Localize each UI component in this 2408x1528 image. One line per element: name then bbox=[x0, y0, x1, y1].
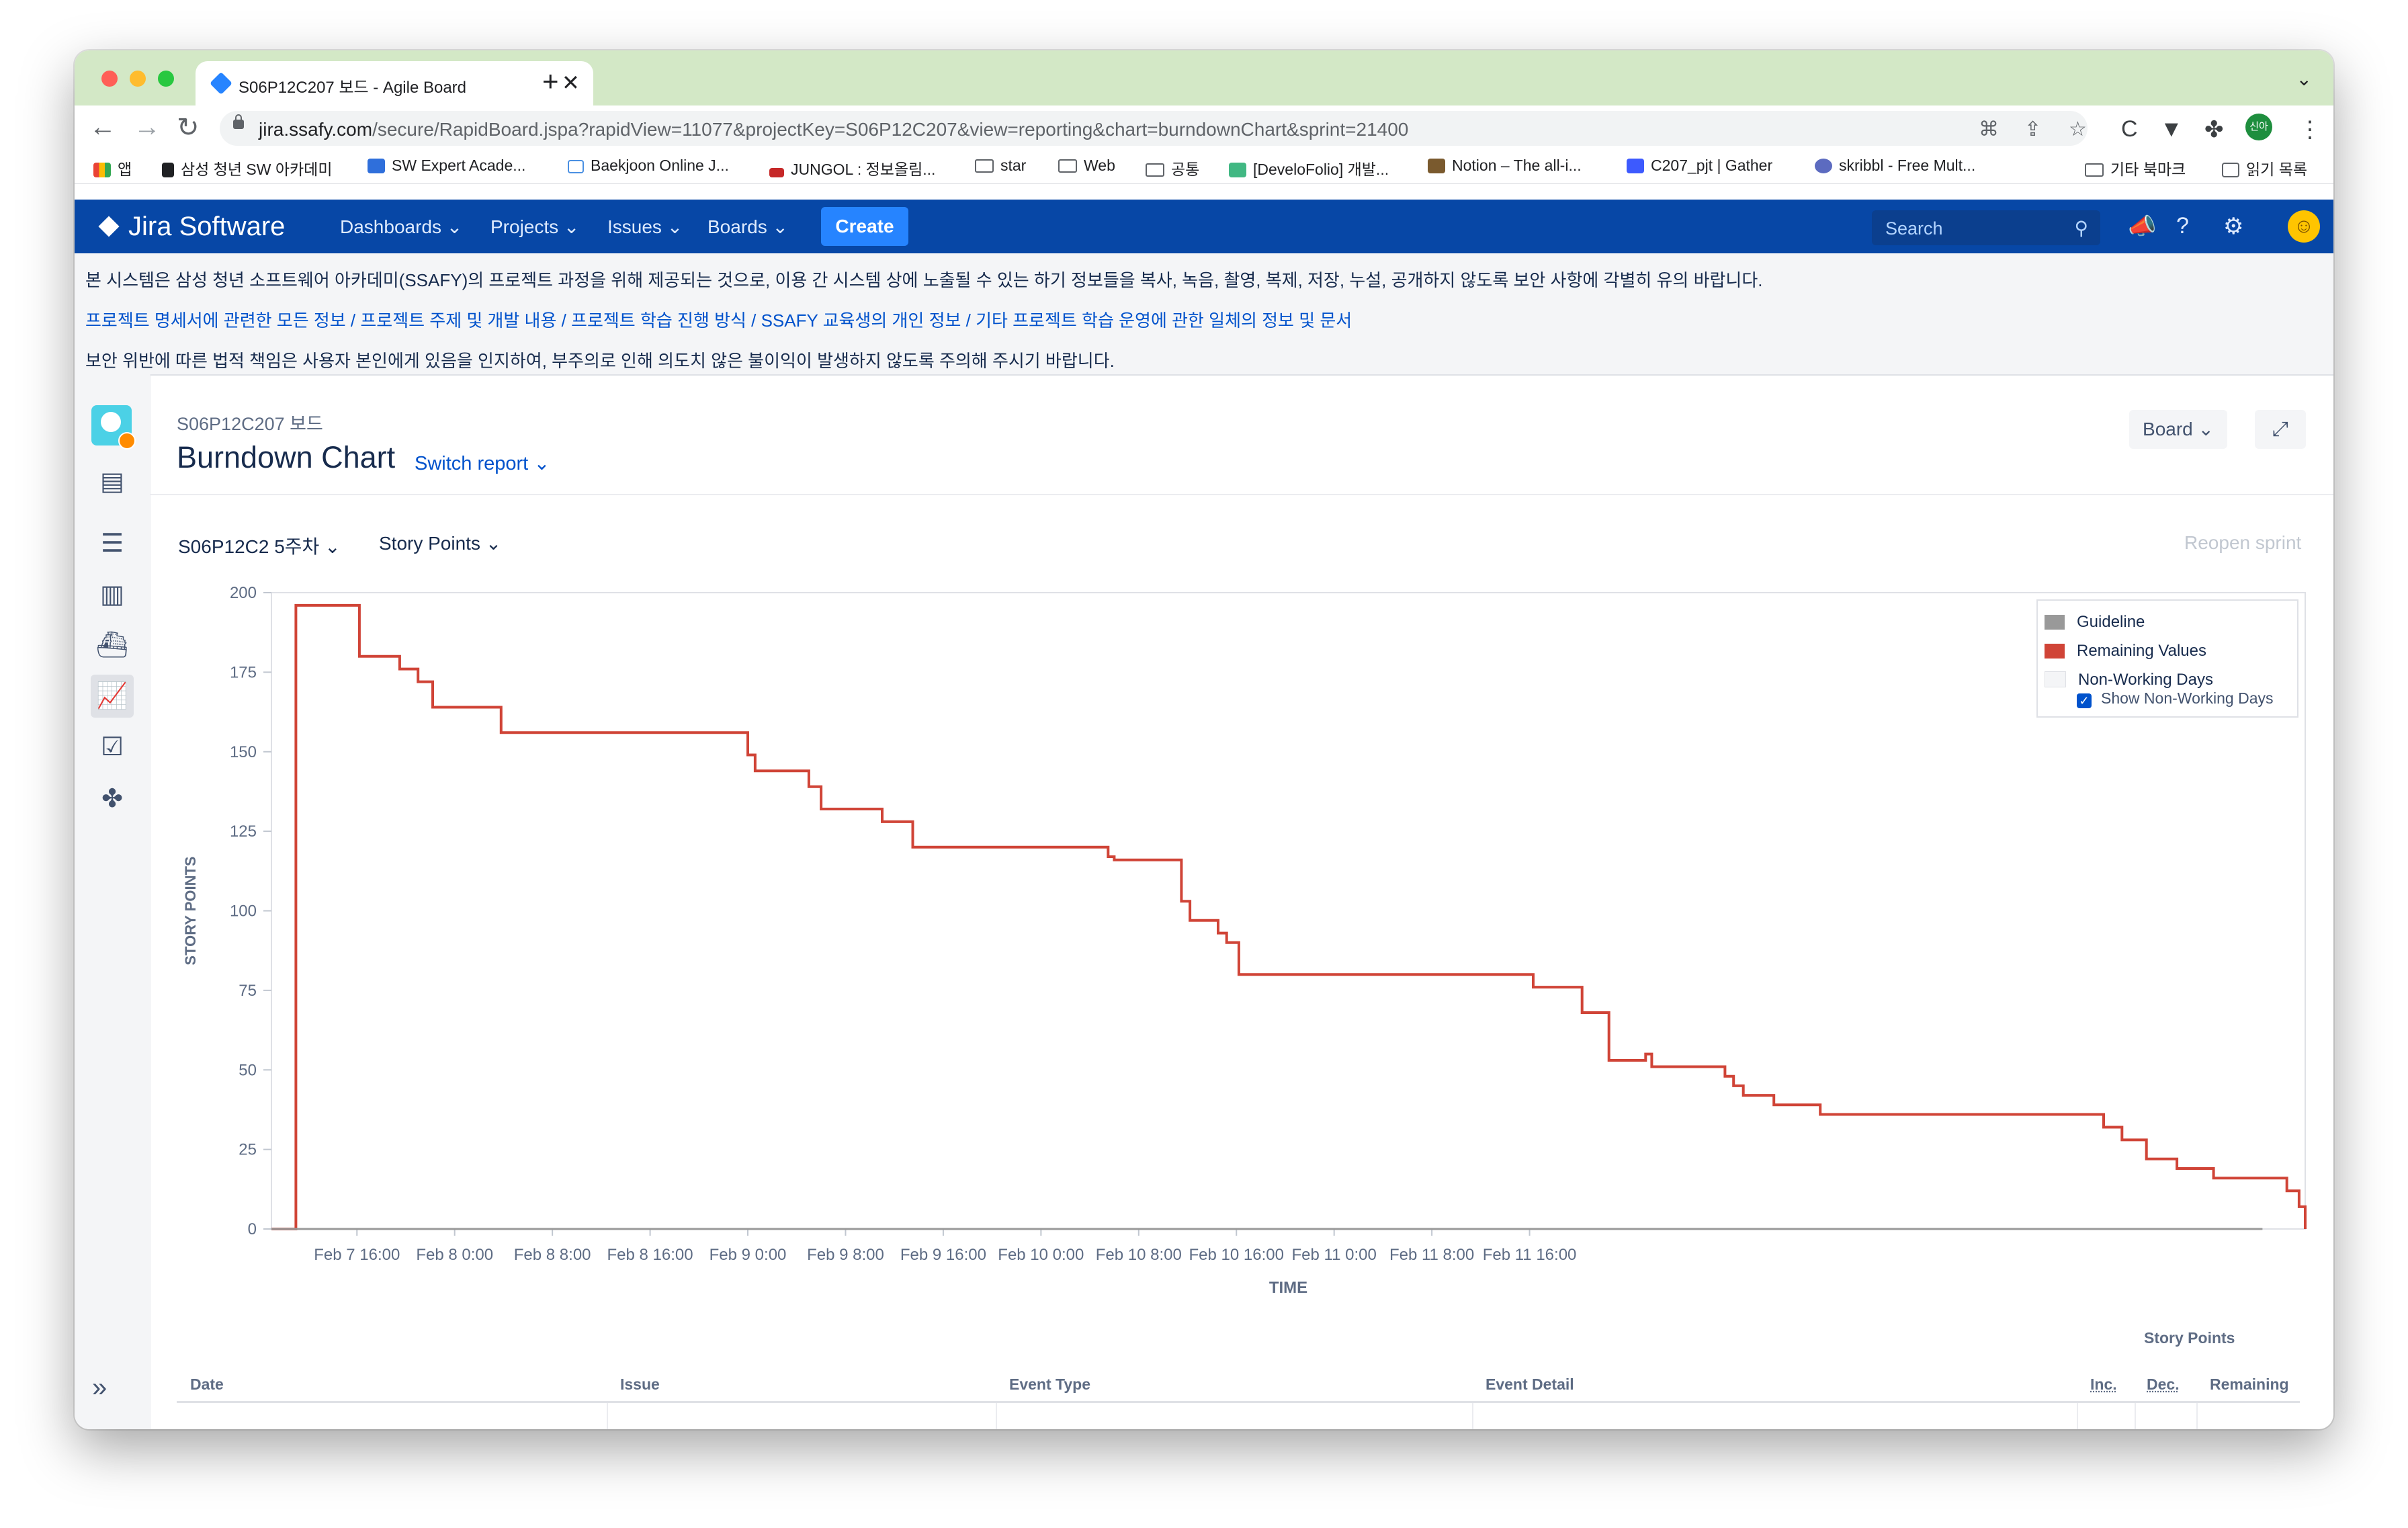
burndown-chart: 0 25 50 75 100 125 150 175 200 Feb 7 16:00 Feb 8 0… bbox=[182, 584, 2307, 1297]
col-issue: Issue bbox=[620, 1375, 660, 1393]
y-tick-label: 200 bbox=[230, 584, 257, 602]
column-separator bbox=[607, 1403, 608, 1429]
column-separator bbox=[1472, 1403, 1473, 1429]
col-event-detail: Event Detail bbox=[1486, 1375, 1574, 1393]
column-separator bbox=[2077, 1403, 2078, 1429]
x-tick-label: Feb 8 8:00 bbox=[514, 1246, 591, 1264]
remaining-swatch bbox=[2045, 644, 2065, 659]
y-tick-label: 175 bbox=[230, 663, 257, 681]
col-date: Date bbox=[190, 1375, 224, 1393]
y-tick-label: 100 bbox=[230, 902, 257, 921]
legend-remaining: Remaining Values bbox=[2045, 642, 2206, 661]
y-axis-title: STORY POINTS bbox=[182, 856, 199, 965]
col-inc: Inc. bbox=[2090, 1375, 2117, 1393]
checkbox-checked-icon[interactable]: ✓ bbox=[2077, 693, 2092, 708]
x-tick-label: Feb 9 16:00 bbox=[900, 1246, 986, 1264]
column-separator bbox=[2196, 1403, 2198, 1429]
show-non-working-days-checkbox[interactable]: ✓ Show Non-Working Days bbox=[2077, 689, 2274, 708]
guideline-swatch bbox=[2045, 615, 2065, 630]
column-separator bbox=[2135, 1403, 2136, 1429]
y-tick-label: 50 bbox=[239, 1061, 257, 1079]
y-tick-label: 125 bbox=[230, 822, 257, 841]
x-tick-label: Feb 9 0:00 bbox=[710, 1246, 787, 1264]
col-dec: Dec. bbox=[2147, 1375, 2180, 1393]
x-tick-label: Feb 9 8:00 bbox=[807, 1246, 884, 1264]
y-tick-label: 0 bbox=[248, 1220, 257, 1238]
x-tick-label: Feb 11 0:00 bbox=[1292, 1246, 1377, 1264]
x-tick-label: Feb 10 8:00 bbox=[1096, 1246, 1182, 1264]
x-tick-label: Feb 7 16:00 bbox=[314, 1246, 400, 1264]
table-header-divider bbox=[177, 1401, 2300, 1403]
x-tick-label: Feb 8 16:00 bbox=[607, 1246, 693, 1264]
y-tick-label: 25 bbox=[239, 1141, 257, 1159]
story-points-group-header: Story Points bbox=[2144, 1329, 2235, 1347]
x-tick-label: Feb 10 0:00 bbox=[998, 1246, 1084, 1264]
y-tick-label: 150 bbox=[230, 743, 257, 761]
x-tick-label: Feb 11 8:00 bbox=[1389, 1246, 1474, 1264]
legend-non-working: Non-Working Days bbox=[2045, 671, 2213, 689]
y-tick-label: 75 bbox=[239, 982, 257, 1000]
chart-legend: Guideline Remaining Values Non-Working D… bbox=[2036, 599, 2298, 718]
column-separator bbox=[996, 1403, 997, 1429]
col-remaining: Remaining bbox=[2210, 1375, 2289, 1393]
legend-guideline: Guideline bbox=[2045, 613, 2145, 632]
col-event-type: Event Type bbox=[1009, 1375, 1090, 1393]
x-tick-label: Feb 11 16:00 bbox=[1483, 1246, 1577, 1264]
non-working-swatch bbox=[2045, 671, 2066, 687]
x-axis-title: TIME bbox=[1269, 1279, 1307, 1297]
x-tick-label: Feb 8 0:00 bbox=[416, 1246, 493, 1264]
x-tick-label: Feb 10 16:00 bbox=[1189, 1246, 1284, 1264]
browser-window: S06P12C207 보드 - Agile Board ✕ + ⌄ ← → ↻ … bbox=[75, 50, 2333, 1429]
plot-frame bbox=[271, 592, 2306, 1230]
